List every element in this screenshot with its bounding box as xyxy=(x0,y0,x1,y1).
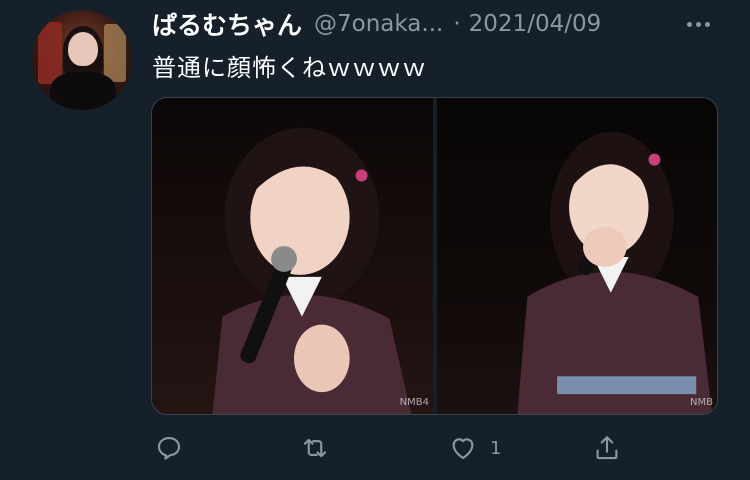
photo-1-hand xyxy=(293,324,350,393)
display-name[interactable]: ぱるむちゃん xyxy=(152,6,302,42)
media-grid: NMB4 NMB xyxy=(151,97,718,415)
tweet-actions: 1 xyxy=(152,430,632,466)
share-icon xyxy=(596,436,618,460)
avatar[interactable] xyxy=(32,10,132,110)
retweet-button[interactable] xyxy=(300,430,342,466)
tweet-date[interactable]: 2021/04/09 xyxy=(469,11,602,37)
avatar-face xyxy=(68,32,98,66)
more-dot xyxy=(704,21,710,27)
user-handle[interactable]: @7onaka... xyxy=(314,11,443,37)
like-button[interactable]: 1 xyxy=(448,430,501,466)
like-count: 1 xyxy=(490,437,502,459)
photo-2-hair-clip xyxy=(648,153,661,166)
media-photo-2[interactable]: NMB xyxy=(437,98,717,414)
more-dot xyxy=(695,21,701,27)
photo-1-hair-clip xyxy=(355,169,368,182)
heart-icon xyxy=(452,438,474,460)
photo-2-watermark: NMB xyxy=(690,397,713,408)
photo-2-illustration xyxy=(517,131,713,414)
tweet-header: ぱるむちゃん @7onaka... · 2021/04/09 xyxy=(152,8,601,40)
photo-1-mic-head xyxy=(271,246,297,272)
photo-2-hands xyxy=(582,227,627,267)
avatar-bg-left xyxy=(38,22,62,84)
avatar-bg-right xyxy=(104,24,126,82)
photo-1-illustration xyxy=(212,127,412,414)
tweet-text: 普通に顔怖くねｗｗｗｗ xyxy=(152,54,427,82)
photo-2-belt xyxy=(557,376,697,395)
share-button[interactable] xyxy=(592,430,634,466)
separator-dot: · xyxy=(453,11,461,37)
reply-icon xyxy=(157,436,181,460)
more-dot xyxy=(686,21,692,27)
avatar-body xyxy=(50,72,116,110)
retweet-icon xyxy=(303,438,327,458)
photo-1-watermark: NMB4 xyxy=(399,397,429,408)
media-photo-1[interactable]: NMB4 xyxy=(152,98,433,414)
reply-button[interactable] xyxy=(154,430,196,466)
more-options-icon[interactable] xyxy=(682,8,714,40)
